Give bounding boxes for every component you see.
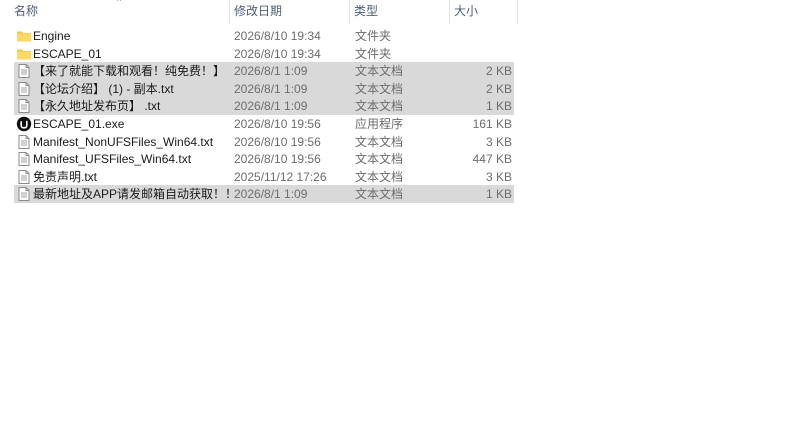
text-file-icon [16,81,32,97]
unreal-engine-icon [16,116,32,132]
sort-ascending-icon: ^ [117,0,122,6]
folder-icon [16,46,32,62]
file-modified-date: 2026/8/10 19:56 [234,134,321,149]
file-modified-date: 2026/8/10 19:56 [234,152,321,167]
file-size: 2 KB [485,81,512,96]
file-type: 文本文档 [355,169,404,184]
text-file-icon [16,134,32,150]
text-file-icon [16,169,32,185]
file-size: 1 KB [485,99,512,114]
file-size: 3 KB [485,134,512,149]
file-row[interactable]: Manifest_UFSFiles_Win64.txt 2026/8/10 19:… [14,150,514,168]
file-name: Engine [33,29,71,43]
file-name: 最新地址及APP请发邮箱自动获取！！！... [33,187,229,202]
column-header-type[interactable]: 类型 [350,0,450,24]
file-modified-date: 2026/8/1 1:09 [234,64,308,79]
file-type: 文本文档 [355,81,404,96]
column-header-date[interactable]: 修改日期 [230,0,350,24]
file-name: ESCAPE_01 [33,46,102,61]
file-type: 文件夹 [355,29,392,43]
text-file-icon [16,98,32,114]
column-header-bar: 名称 ^ 修改日期 类型 大小 [0,0,518,24]
column-header-size-label: 大小 [454,4,479,18]
file-row[interactable]: 免责声明.txt 2025/11/12 17:26 文本文档 3 KB [14,168,514,186]
text-file-icon [16,63,32,79]
file-modified-date: 2026/8/10 19:56 [234,117,321,131]
file-name: 免责声明.txt [33,169,98,184]
column-header-size[interactable]: 大小 [450,0,518,24]
file-modified-date: 2026/8/1 1:09 [234,187,308,202]
file-type: 文件夹 [355,46,392,61]
file-row[interactable]: Manifest_NonUFSFiles_Win64.txt 2026/8/10 … [14,133,514,151]
file-type: 文本文档 [355,152,404,167]
file-size: 2 KB [485,64,512,79]
file-modified-date: 2026/8/10 19:34 [234,29,321,43]
file-size: 3 KB [485,169,512,184]
file-name: ESCAPE_01.exe [33,117,125,131]
file-name: Manifest_NonUFSFiles_Win64.txt [33,134,214,149]
file-type: 文本文档 [355,134,404,149]
column-header-type-label: 类型 [354,4,379,18]
folder-icon [16,28,32,44]
file-size: 161 KB [472,117,512,131]
file-row[interactable]: Engine 2026/8/10 19:34 文件夹 [14,27,514,45]
file-row[interactable]: 【来了就能下载和观看！纯免费！】 - 副... 2026/8/1 1:09 文本文档… [14,62,514,81]
file-name: 【论坛介绍】 (1) - 副本.txt [33,81,174,96]
file-row[interactable]: 最新地址及APP请发邮箱自动获取！！！... 2026/8/1 1:09 文本文档 1… [14,185,514,204]
file-modified-date: 2026/8/10 19:34 [234,46,321,61]
file-row[interactable]: ESCAPE_01 2026/8/10 19:34 文件夹 [14,45,514,63]
file-modified-date: 2026/8/1 1:09 [234,81,308,96]
file-row[interactable]: 【永久地址发布页】 .txt 2026/8/1 1:09 文本文档 1 KB [14,97,514,116]
text-file-icon [16,186,32,202]
file-row[interactable]: ESCAPE_01.exe 2026/8/10 19:56 应用程序 161 KB [14,115,514,133]
file-name: 【永久地址发布页】 .txt [33,99,161,114]
file-size: 447 KB [472,152,512,167]
column-resize-handle-4[interactable] [517,0,518,24]
file-name: Manifest_UFSFiles_Win64.txt [33,152,192,167]
file-type: 文本文档 [355,64,404,79]
column-header-name-label: 名称 [14,4,39,18]
text-file-icon [16,151,32,167]
file-size: 1 KB [485,187,512,202]
file-type: 文本文档 [355,187,404,202]
column-header-date-label: 修改日期 [234,4,283,18]
file-row[interactable]: 【论坛介绍】 (1) - 副本.txt 2026/8/1 1:09 文本文档 2 KB [14,79,514,98]
file-name: 【来了就能下载和观看！纯免费！】 - 副... [33,64,229,79]
file-type: 应用程序 [355,117,404,131]
file-type: 文本文档 [355,99,404,114]
file-modified-date: 2026/8/1 1:09 [234,99,308,114]
file-modified-date: 2025/11/12 17:26 [234,169,327,184]
